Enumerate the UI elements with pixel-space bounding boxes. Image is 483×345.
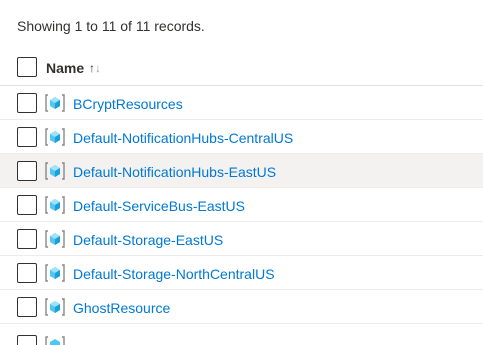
resource-group-icon bbox=[45, 162, 65, 180]
resource-group-link[interactable]: Default-ServiceBus-EastUS bbox=[73, 197, 245, 215]
resource-group-icon bbox=[45, 336, 65, 345]
table-row[interactable]: Default-NotificationHubs-EastUS bbox=[0, 154, 483, 188]
row-checkbox[interactable] bbox=[17, 161, 37, 181]
resource-group-link[interactable]: Default-NotificationHubs-EastUS bbox=[73, 163, 276, 181]
row-checkbox[interactable] bbox=[17, 127, 37, 147]
table-row[interactable]: Default-ServiceBus-EastUS bbox=[0, 188, 483, 222]
table-row[interactable]: BCryptResources bbox=[0, 86, 483, 120]
column-header-name[interactable]: Name bbox=[46, 59, 84, 77]
row-checkbox[interactable] bbox=[17, 297, 37, 317]
table-row[interactable]: GhostResource bbox=[0, 290, 483, 324]
sort-ascending-icon[interactable]: ↑↓ bbox=[89, 58, 111, 78]
resource-group-icon bbox=[45, 264, 65, 282]
resource-list-page: Showing 1 to 11 of 11 records. Name ↑↓ B… bbox=[0, 0, 483, 345]
resource-group-icon bbox=[45, 94, 65, 112]
resource-group-icon bbox=[45, 128, 65, 146]
row-checkbox[interactable] bbox=[17, 195, 37, 215]
resource-group-link[interactable]: Default-Storage-EastUS bbox=[73, 231, 223, 249]
table-row[interactable]: Default-Storage-EastUS bbox=[0, 222, 483, 256]
row-checkbox[interactable] bbox=[17, 93, 37, 113]
resource-group-link[interactable]: GhostResource bbox=[73, 299, 170, 317]
resource-group-icon bbox=[45, 230, 65, 248]
table-row-partial[interactable] bbox=[0, 324, 483, 345]
row-checkbox[interactable] bbox=[17, 263, 37, 283]
table-row[interactable]: Default-Storage-NorthCentralUS bbox=[0, 256, 483, 290]
select-all-checkbox[interactable] bbox=[17, 57, 37, 77]
resource-group-icon bbox=[45, 298, 65, 316]
resource-group-icon bbox=[45, 196, 65, 214]
table-body: BCryptResources Default-NotificationHubs… bbox=[0, 86, 483, 324]
records-summary: Showing 1 to 11 of 11 records. bbox=[17, 18, 205, 34]
table-header: Name ↑↓ bbox=[0, 50, 483, 86]
row-checkbox[interactable] bbox=[17, 335, 37, 345]
resource-group-link[interactable]: Default-Storage-NorthCentralUS bbox=[73, 265, 275, 283]
table-row[interactable]: Default-NotificationHubs-CentralUS bbox=[0, 120, 483, 154]
resource-group-link[interactable]: BCryptResources bbox=[73, 95, 183, 113]
row-checkbox[interactable] bbox=[17, 229, 37, 249]
resource-group-link[interactable]: Default-NotificationHubs-CentralUS bbox=[73, 129, 293, 147]
